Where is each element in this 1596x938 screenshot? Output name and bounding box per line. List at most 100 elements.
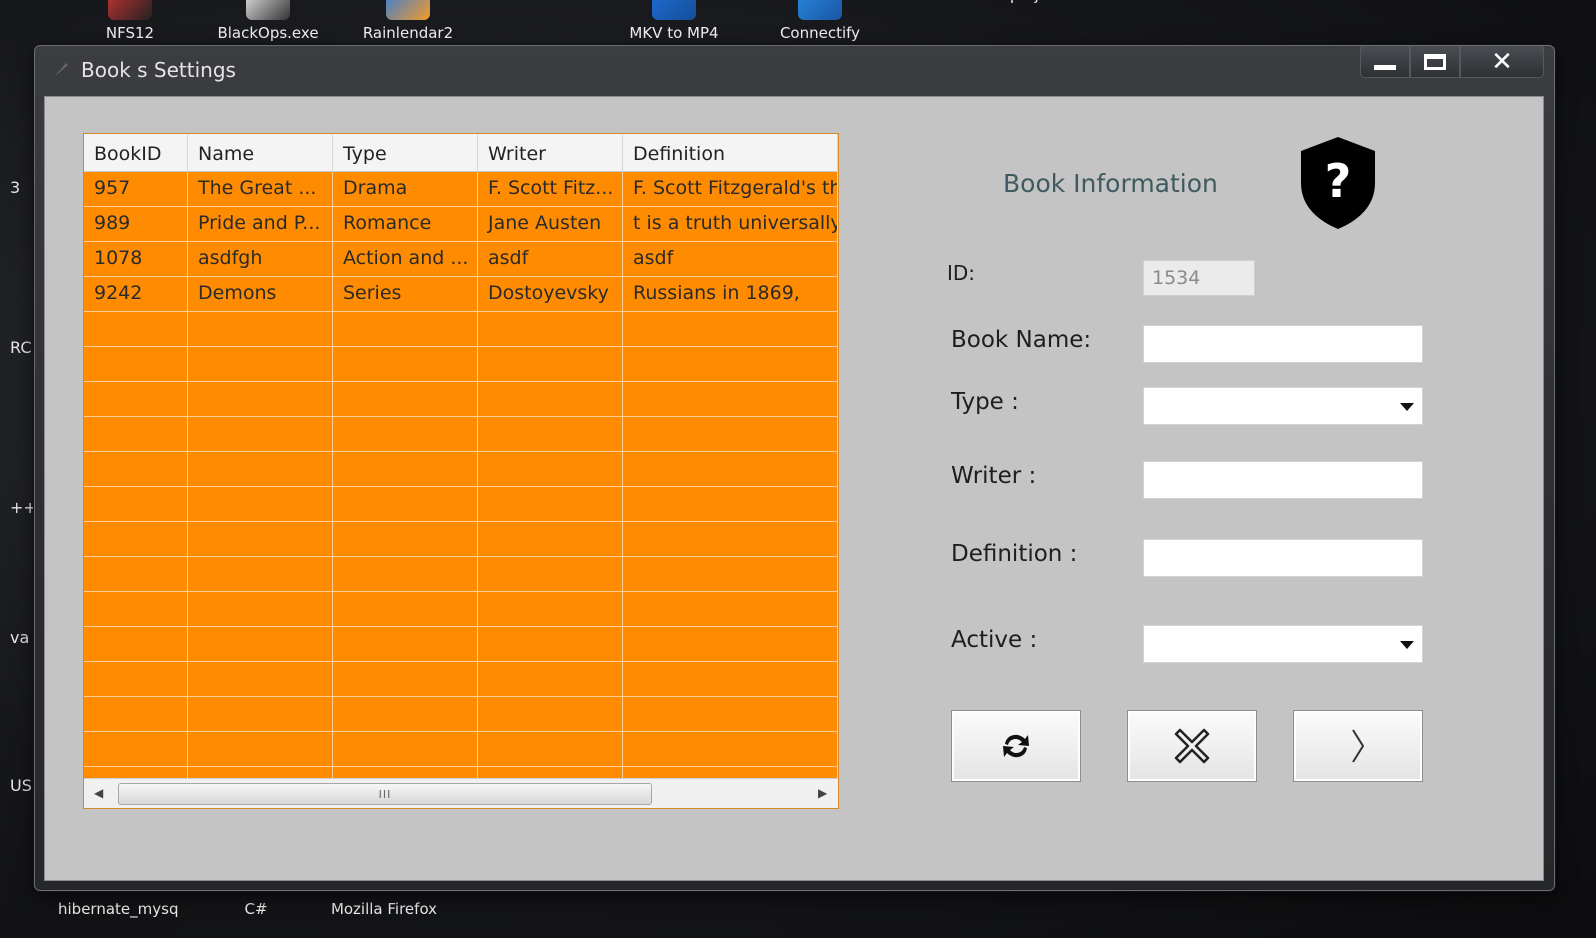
- desktop-icon-mkv[interactable]: MKV to MP4: [614, 0, 734, 42]
- cell-empty: [188, 347, 333, 381]
- cell-name: Pride and P...: [188, 207, 333, 241]
- cell-writer: F. Scott Fitz...: [478, 172, 623, 206]
- table-row[interactable]: 957 The Great ... Drama F. Scott Fitz...…: [84, 172, 838, 207]
- minimize-button[interactable]: [1360, 46, 1410, 78]
- definition-input[interactable]: [1143, 539, 1423, 577]
- horizontal-scrollbar[interactable]: ◀ III ▶: [84, 778, 838, 808]
- desktop-icon-csharp[interactable]: C#: [196, 892, 316, 918]
- table-row-empty[interactable]: [84, 312, 838, 347]
- cell-empty: [188, 732, 333, 766]
- chevron-right-icon: [1352, 729, 1365, 763]
- cell-empty: [623, 487, 838, 521]
- table-row-empty[interactable]: [84, 732, 838, 767]
- cell-empty: [333, 522, 478, 556]
- close-button[interactable]: ✕: [1460, 46, 1544, 78]
- table-row-empty[interactable]: [84, 487, 838, 522]
- desktop-icon-label: Connectify: [779, 24, 861, 42]
- book-name-input[interactable]: [1143, 325, 1423, 363]
- cell-empty: [84, 487, 188, 521]
- maximize-button[interactable]: [1410, 46, 1460, 78]
- cell-empty: [84, 312, 188, 346]
- cell-empty: [623, 312, 838, 346]
- app-icon: [108, 0, 152, 20]
- desktop-icon-label: Mozilla Firefox: [330, 900, 438, 918]
- desktop-icon-rainlendar[interactable]: Rainlendar2: [348, 0, 468, 42]
- cell-empty: [188, 627, 333, 661]
- scroll-left-icon[interactable]: ◀: [94, 786, 103, 800]
- shield-question-icon: ?: [1301, 137, 1375, 229]
- table-row-empty[interactable]: [84, 522, 838, 557]
- cell-empty: [478, 697, 623, 731]
- desktop-icon-hibernate[interactable]: hibernate_mysql: [58, 892, 178, 918]
- cell-empty: [84, 732, 188, 766]
- table-row[interactable]: 9242 Demons Series Dostoyevsky Russians …: [84, 277, 838, 312]
- desktop-icon-label: NFS12: [105, 24, 155, 42]
- column-header-bookid[interactable]: BookID: [84, 134, 188, 171]
- books-table[interactable]: BookID Name Type Writer Definition 957 T…: [83, 133, 839, 809]
- cell-empty: [188, 417, 333, 451]
- cell-writer: asdf: [478, 242, 623, 276]
- scroll-thumb[interactable]: III: [118, 783, 652, 805]
- cell-empty: [478, 382, 623, 416]
- cell-empty: [84, 697, 188, 731]
- column-header-type[interactable]: Type: [333, 134, 478, 171]
- scroll-right-icon[interactable]: ▶: [818, 786, 827, 800]
- refresh-icon: [1003, 734, 1029, 758]
- table-row-empty[interactable]: [84, 452, 838, 487]
- writer-input[interactable]: [1143, 461, 1423, 499]
- cell-empty: [623, 697, 838, 731]
- book-settings-window: Book s Settings ✕ BookID Name Type Write…: [34, 45, 1555, 891]
- next-button[interactable]: [1293, 710, 1423, 782]
- cell-empty: [623, 557, 838, 591]
- active-dropdown[interactable]: [1143, 625, 1423, 663]
- table-row-empty[interactable]: [84, 697, 838, 732]
- svg-text:?: ?: [1325, 154, 1352, 208]
- desktop-icon-firefox[interactable]: Mozilla Firefox: [324, 892, 444, 918]
- desktop-icon-blackops[interactable]: BlackOps.exe: [208, 0, 328, 42]
- cell-definition: Russians in 1869,: [623, 277, 838, 311]
- active-label: Active :: [951, 627, 1038, 653]
- chevron-down-icon: [1400, 403, 1414, 411]
- desktop-side-label: va: [10, 628, 30, 647]
- table-row-empty[interactable]: [84, 662, 838, 697]
- cell-empty: [84, 452, 188, 486]
- cell-name: asdfgh: [188, 242, 333, 276]
- cell-empty: [623, 522, 838, 556]
- table-row-empty[interactable]: [84, 592, 838, 627]
- type-dropdown[interactable]: [1143, 387, 1423, 425]
- cell-empty: [478, 312, 623, 346]
- cell-empty: [333, 592, 478, 626]
- cell-empty: [333, 627, 478, 661]
- cell-empty: [84, 417, 188, 451]
- cell-empty: [478, 592, 623, 626]
- cell-empty: [478, 522, 623, 556]
- column-header-writer[interactable]: Writer: [478, 134, 623, 171]
- minimize-icon: [1374, 65, 1396, 70]
- cell-empty: [333, 557, 478, 591]
- table-row-empty[interactable]: [84, 382, 838, 417]
- app-icon: [386, 0, 430, 20]
- desktop-icon-connectify[interactable]: Connectify: [760, 0, 880, 42]
- cell-bookid: 1078: [84, 242, 188, 276]
- delete-button[interactable]: [1127, 710, 1257, 782]
- column-header-name[interactable]: Name: [188, 134, 333, 171]
- cell-empty: [188, 522, 333, 556]
- table-row-empty[interactable]: [84, 557, 838, 592]
- table-row-empty[interactable]: [84, 417, 838, 452]
- x-circle-icon: [1174, 728, 1210, 764]
- column-header-definition[interactable]: Definition: [623, 134, 838, 171]
- cell-empty: [84, 592, 188, 626]
- app-icon: [798, 0, 842, 20]
- desktop-icon-projects[interactable]: projects: [980, 0, 1100, 4]
- desktop-icon-nfs12[interactable]: NFS12: [70, 0, 190, 42]
- table-row-empty[interactable]: [84, 347, 838, 382]
- title-bar[interactable]: Book s Settings ✕: [35, 46, 1554, 96]
- cell-empty: [333, 697, 478, 731]
- cell-empty: [188, 592, 333, 626]
- cell-empty: [623, 452, 838, 486]
- refresh-button[interactable]: [951, 710, 1081, 782]
- table-row[interactable]: 1078 asdfgh Action and ... asdf asdf: [84, 242, 838, 277]
- table-row-empty[interactable]: [84, 627, 838, 662]
- table-row[interactable]: 989 Pride and P... Romance Jane Austen t…: [84, 207, 838, 242]
- cell-empty: [188, 662, 333, 696]
